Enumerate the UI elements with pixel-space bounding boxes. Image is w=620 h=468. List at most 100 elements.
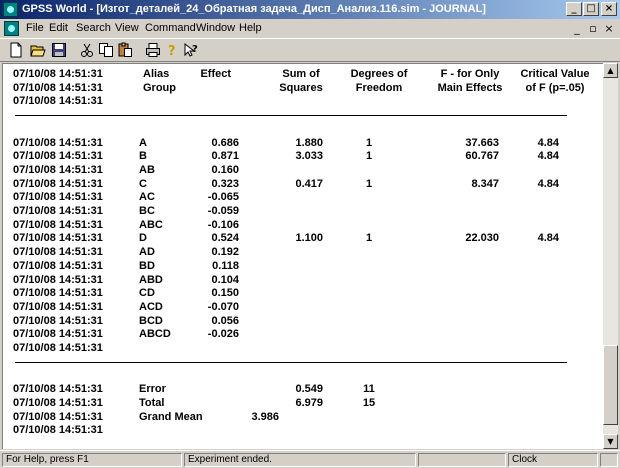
status-bar: For Help, press F1 Experiment ended. Clo… xyxy=(0,450,620,468)
timestamp: 07/10/08 14:51:31 xyxy=(13,328,103,341)
separator-line xyxy=(15,361,567,363)
alias-group: ABC xyxy=(139,218,163,231)
timestamp: 07/10/08 14:51:31 xyxy=(13,218,103,231)
menu-search[interactable]: Search xyxy=(76,22,111,34)
svg-text:?: ? xyxy=(168,44,176,58)
copy-icon[interactable] xyxy=(98,42,114,58)
critical-value: 4.84 xyxy=(537,136,559,149)
menu-help[interactable]: Help xyxy=(239,22,262,34)
journal-window[interactable]: 07/10/08 14:51:31 Alias Effect Sum of Degree… xyxy=(2,63,603,449)
critical-value: 4.84 xyxy=(537,177,559,190)
menu-view[interactable]: View xyxy=(115,22,139,34)
alias-group: BCD xyxy=(139,314,163,327)
timestamp: 07/10/08 14:51:31 xyxy=(13,191,103,204)
critical-value-header: of F (p=.05) xyxy=(525,81,585,94)
vertical-scrollbar[interactable]: ▲ ▼ xyxy=(603,63,618,449)
f-main-effects-header: Main Effects xyxy=(437,81,503,94)
scroll-down-arrow-icon[interactable]: ▼ xyxy=(603,434,618,449)
effect-value: -0.059 xyxy=(207,205,239,217)
timestamp: 07/10/08 14:51:31 xyxy=(13,232,103,245)
effect-value: 0.104 xyxy=(211,273,239,286)
new-icon[interactable] xyxy=(8,42,24,58)
effect-value: 0.686 xyxy=(211,136,239,149)
open-icon[interactable] xyxy=(30,42,46,58)
mdi-restore-button[interactable]: ▫ xyxy=(586,22,600,35)
sum-of-squares-value: 6.979 xyxy=(295,396,323,409)
menu-edit[interactable]: Edit xyxy=(49,22,68,34)
mdi-minimize-button[interactable]: _ xyxy=(570,22,584,35)
timestamp: 07/10/08 14:51:31 xyxy=(13,68,103,80)
degrees-of-freedom-header: Degrees of xyxy=(350,68,408,80)
effect-value: 0.118 xyxy=(212,259,239,272)
effect-value: -0.026 xyxy=(207,328,239,341)
status-message: Experiment ended. xyxy=(184,453,416,467)
timestamp: 07/10/08 14:51:31 xyxy=(13,273,103,286)
scroll-up-arrow-icon[interactable]: ▲ xyxy=(603,63,618,78)
effect-value: 0.524 xyxy=(211,232,239,245)
effect-header: Effect xyxy=(200,68,231,80)
title-bar: GPSS World - [Изгот_деталей_24_Обратная … xyxy=(0,0,620,19)
effect-value: -0.065 xyxy=(207,191,239,204)
app-icon[interactable] xyxy=(3,2,18,17)
status-panel xyxy=(418,453,506,467)
effect-value: 0.150 xyxy=(211,287,239,300)
degrees-of-freedom-value: 1 xyxy=(365,232,373,245)
effect-value: -0.106 xyxy=(207,218,239,231)
menu-command[interactable]: Command xyxy=(145,22,196,34)
maximize-button[interactable]: □ xyxy=(583,2,599,16)
timestamp: 07/10/08 14:51:31 xyxy=(13,259,103,272)
sum-of-squares-value: 1.100 xyxy=(295,232,323,245)
context-help-icon[interactable]: ? xyxy=(183,42,199,58)
svg-text:?: ? xyxy=(192,44,198,55)
degrees-of-freedom-value: 15 xyxy=(362,396,376,409)
sum-of-squares-value: 0.417 xyxy=(295,177,323,190)
alias-group: A xyxy=(139,136,147,149)
menu-bar: File Edit Search View Command Window Hel… xyxy=(0,19,620,38)
degrees-of-freedom-header: Freedom xyxy=(355,81,403,94)
cut-icon[interactable] xyxy=(79,42,95,58)
f-value: 60.767 xyxy=(465,150,499,163)
timestamp: 07/10/08 14:51:31 xyxy=(13,177,103,190)
timestamp: 07/10/08 14:51:31 xyxy=(13,95,103,108)
effect-value: 0.160 xyxy=(211,163,239,176)
sum-of-squares-value: 1.880 xyxy=(295,136,323,149)
print-icon[interactable] xyxy=(145,42,161,58)
degrees-of-freedom-value: 1 xyxy=(365,150,373,163)
alias-group: AB xyxy=(139,163,155,176)
timestamp: 07/10/08 14:51:31 xyxy=(13,314,103,327)
toolbar: ? ? xyxy=(0,38,620,62)
help-icon[interactable]: ? xyxy=(164,42,180,58)
effect-value: 0.192 xyxy=(211,246,239,259)
timestamp: 07/10/08 14:51:31 xyxy=(13,383,103,396)
f-value: 37.663 xyxy=(465,136,499,149)
alias-group: AD xyxy=(139,246,155,259)
close-button[interactable]: × xyxy=(601,2,617,16)
paste-icon[interactable] xyxy=(117,42,133,58)
summary-value: 3.986 xyxy=(251,410,279,423)
status-clock: Clock xyxy=(508,453,598,467)
alias-group: BD xyxy=(139,259,155,272)
separator-line xyxy=(15,115,567,117)
menu-window[interactable]: Window xyxy=(196,22,235,34)
alias-group: B xyxy=(139,150,147,163)
sum-of-squares-value: 0.549 xyxy=(295,383,323,396)
window-title: GPSS World - [Изгот_деталей_24_Обратная … xyxy=(22,3,486,15)
document-icon[interactable] xyxy=(4,21,19,36)
summary-label: Grand Mean xyxy=(139,410,203,423)
timestamp: 07/10/08 14:51:31 xyxy=(13,300,103,313)
timestamp: 07/10/08 14:51:31 xyxy=(13,287,103,300)
save-icon[interactable] xyxy=(51,42,67,58)
menu-file[interactable]: File xyxy=(26,22,44,34)
minimize-button[interactable]: _ xyxy=(566,2,582,16)
mdi-close-button[interactable]: × xyxy=(602,22,616,35)
alias-group: D xyxy=(139,232,147,245)
timestamp: 07/10/08 14:51:31 xyxy=(13,150,103,163)
scroll-thumb[interactable] xyxy=(603,345,618,425)
alias-group: C xyxy=(139,177,147,190)
f-value: 8.347 xyxy=(471,177,499,190)
size-grip[interactable] xyxy=(600,453,618,467)
timestamp: 07/10/08 14:51:31 xyxy=(13,246,103,259)
effect-value: -0.070 xyxy=(207,300,239,313)
f-main-effects-header: F - for Only xyxy=(440,68,500,80)
summary-label: Error xyxy=(139,383,166,396)
